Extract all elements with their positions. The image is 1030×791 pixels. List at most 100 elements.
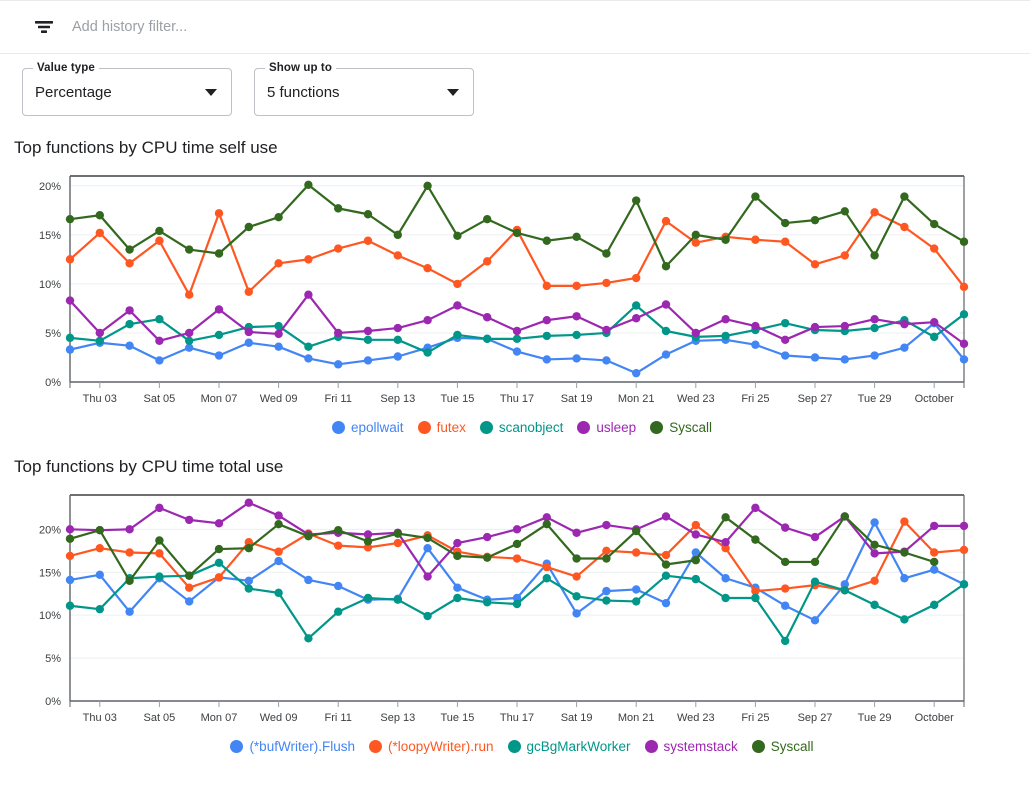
data-point[interactable]: [334, 329, 342, 337]
data-point[interactable]: [781, 523, 789, 531]
data-point[interactable]: [841, 322, 849, 330]
data-point[interactable]: [572, 354, 580, 362]
chevron-down-icon[interactable]: [447, 89, 459, 96]
data-point[interactable]: [602, 356, 610, 364]
data-point[interactable]: [483, 533, 491, 541]
legend-item[interactable]: (*bufWriter).Flush: [230, 739, 355, 754]
data-point[interactable]: [870, 518, 878, 526]
data-point[interactable]: [602, 596, 610, 604]
data-point[interactable]: [96, 526, 104, 534]
data-point[interactable]: [632, 301, 640, 309]
data-point[interactable]: [632, 548, 640, 556]
data-point[interactable]: [394, 336, 402, 344]
data-point[interactable]: [960, 238, 968, 246]
data-point[interactable]: [572, 609, 580, 617]
data-point[interactable]: [215, 351, 223, 359]
data-point[interactable]: [870, 541, 878, 549]
data-point[interactable]: [274, 557, 282, 565]
data-point[interactable]: [900, 343, 908, 351]
data-point[interactable]: [155, 536, 163, 544]
data-point[interactable]: [632, 274, 640, 282]
data-point[interactable]: [245, 328, 253, 336]
legend-item[interactable]: gcBgMarkWorker: [508, 739, 631, 754]
data-point[interactable]: [96, 211, 104, 219]
data-point[interactable]: [602, 554, 610, 562]
data-point[interactable]: [245, 288, 253, 296]
data-point[interactable]: [245, 577, 253, 585]
data-point[interactable]: [543, 574, 551, 582]
data-point[interactable]: [870, 324, 878, 332]
data-point[interactable]: [602, 521, 610, 529]
data-point[interactable]: [721, 315, 729, 323]
data-point[interactable]: [364, 210, 372, 218]
data-point[interactable]: [215, 305, 223, 313]
data-point[interactable]: [304, 181, 312, 189]
data-point[interactable]: [334, 244, 342, 252]
data-point[interactable]: [394, 529, 402, 537]
data-point[interactable]: [960, 340, 968, 348]
data-point[interactable]: [751, 236, 759, 244]
data-point[interactable]: [215, 209, 223, 217]
data-point[interactable]: [721, 332, 729, 340]
data-point[interactable]: [185, 337, 193, 345]
data-point[interactable]: [274, 259, 282, 267]
data-point[interactable]: [125, 548, 133, 556]
data-point[interactable]: [423, 534, 431, 542]
data-point[interactable]: [572, 282, 580, 290]
data-point[interactable]: [692, 231, 700, 239]
legend-item[interactable]: usleep: [577, 420, 636, 435]
data-point[interactable]: [155, 337, 163, 345]
data-point[interactable]: [870, 208, 878, 216]
data-point[interactable]: [870, 601, 878, 609]
data-point[interactable]: [96, 544, 104, 552]
data-point[interactable]: [185, 571, 193, 579]
data-point[interactable]: [930, 333, 938, 341]
data-point[interactable]: [245, 339, 253, 347]
data-point[interactable]: [662, 217, 670, 225]
data-point[interactable]: [155, 549, 163, 557]
data-point[interactable]: [125, 577, 133, 585]
data-point[interactable]: [66, 215, 74, 223]
data-point[interactable]: [841, 512, 849, 520]
data-point[interactable]: [155, 237, 163, 245]
data-point[interactable]: [781, 351, 789, 359]
data-point[interactable]: [811, 577, 819, 585]
data-point[interactable]: [781, 319, 789, 327]
data-point[interactable]: [66, 552, 74, 560]
data-point[interactable]: [66, 296, 74, 304]
data-point[interactable]: [364, 537, 372, 545]
data-point[interactable]: [304, 342, 312, 350]
data-point[interactable]: [602, 249, 610, 257]
data-point[interactable]: [960, 283, 968, 291]
data-point[interactable]: [781, 336, 789, 344]
data-point[interactable]: [870, 251, 878, 259]
data-point[interactable]: [334, 204, 342, 212]
data-point[interactable]: [930, 601, 938, 609]
data-point[interactable]: [751, 535, 759, 543]
data-point[interactable]: [870, 549, 878, 557]
data-point[interactable]: [96, 571, 104, 579]
data-point[interactable]: [215, 573, 223, 581]
data-point[interactable]: [930, 244, 938, 252]
data-point[interactable]: [721, 513, 729, 521]
data-point[interactable]: [66, 602, 74, 610]
data-point[interactable]: [185, 290, 193, 298]
data-point[interactable]: [185, 584, 193, 592]
data-point[interactable]: [662, 262, 670, 270]
data-point[interactable]: [483, 553, 491, 561]
data-point[interactable]: [304, 576, 312, 584]
data-point[interactable]: [423, 348, 431, 356]
data-point[interactable]: [900, 574, 908, 582]
data-point[interactable]: [781, 637, 789, 645]
data-point[interactable]: [870, 351, 878, 359]
data-point[interactable]: [900, 517, 908, 525]
data-point[interactable]: [602, 587, 610, 595]
data-point[interactable]: [841, 355, 849, 363]
data-point[interactable]: [692, 556, 700, 564]
data-point[interactable]: [125, 306, 133, 314]
data-point[interactable]: [304, 532, 312, 540]
data-point[interactable]: [543, 520, 551, 528]
data-point[interactable]: [662, 300, 670, 308]
data-point[interactable]: [423, 544, 431, 552]
data-point[interactable]: [543, 332, 551, 340]
